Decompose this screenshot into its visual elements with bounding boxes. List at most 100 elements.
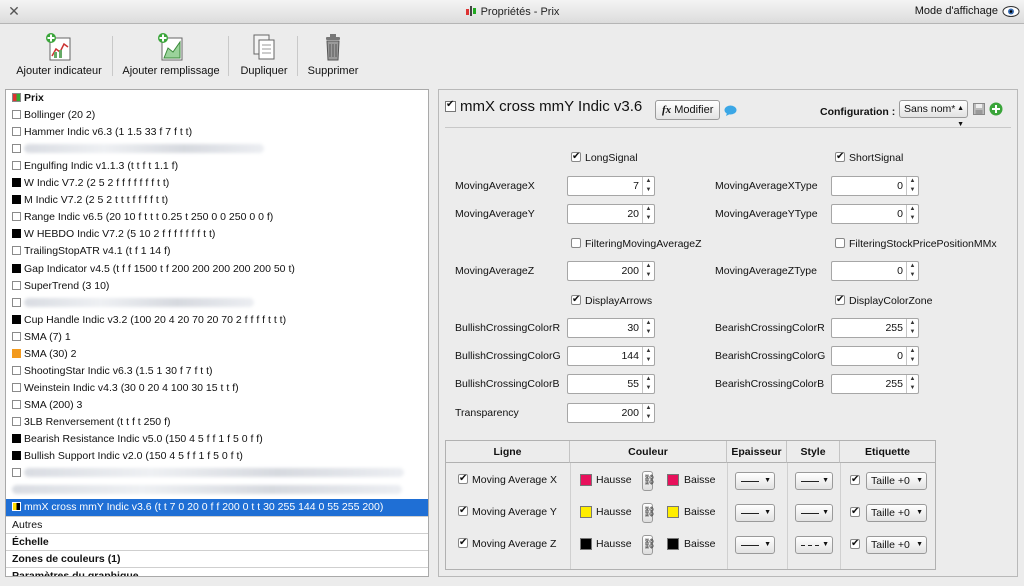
indicator-tree[interactable]: Prix Bollinger (20 2) Hammer Indic v6.3 (1… bbox=[5, 89, 429, 577]
tree-item[interactable]: TrailingStopATR v4.1 (t f 1 14 f) bbox=[6, 243, 428, 260]
visibility-checkbox[interactable] bbox=[12, 127, 21, 136]
tree-item[interactable]: ShootingStar Indic v6.3 (1.5 1 30 f 7 f … bbox=[6, 363, 428, 380]
chain-link-icon[interactable]: ⛓ bbox=[642, 503, 656, 523]
tree-item[interactable]: Bearish Resistance Indic v5.0 (150 4 5 f… bbox=[6, 431, 428, 448]
bull-g-input[interactable]: 144 ▲ ▼ bbox=[567, 346, 655, 366]
spinner-arrows-icon[interactable]: ▲ ▼ bbox=[642, 375, 654, 393]
visibility-checkbox[interactable] bbox=[12, 195, 21, 204]
spinner-arrows-icon[interactable]: ▲ ▼ bbox=[642, 177, 654, 195]
filter-stock-checkbox[interactable]: FilteringStockPricePositionMMx bbox=[835, 238, 997, 251]
bull-b-input[interactable]: 55 ▲ ▼ bbox=[567, 374, 655, 394]
tree-item[interactable]: Range Indic v6.5 (20 10 f t t t 0.25 t 2… bbox=[6, 209, 428, 226]
visibility-checkbox[interactable] bbox=[12, 451, 21, 460]
label-size-select[interactable]: Taille +0 ▼ bbox=[866, 504, 927, 522]
tree-item[interactable]: W HEBDO Indic V7.2 (5 10 2 f f f f f f f… bbox=[6, 226, 428, 243]
spinner-arrows-icon[interactable]: ▲ ▼ bbox=[642, 205, 654, 223]
spinner-arrows-icon[interactable]: ▲ ▼ bbox=[906, 375, 918, 393]
indicator-enabled-checkbox[interactable] bbox=[445, 99, 456, 112]
visibility-checkbox[interactable] bbox=[12, 366, 21, 375]
bear-r-input[interactable]: 255 ▲ ▼ bbox=[831, 318, 919, 338]
tree-item[interactable] bbox=[6, 295, 428, 312]
tree-item[interactable]: SMA (7) 1 bbox=[6, 329, 428, 346]
visibility-checkbox[interactable] bbox=[12, 417, 21, 426]
visibility-checkbox[interactable] bbox=[12, 229, 21, 238]
config-select[interactable]: Sans nom* ▲ ▼ bbox=[899, 100, 968, 128]
tree-item[interactable]: M Indic V7.2 (2 5 2 t t t f f f f t t) bbox=[6, 192, 428, 209]
tree-item[interactable]: Gap Indicator v4.5 (t f f 1500 t f 200 2… bbox=[6, 261, 428, 278]
visibility-checkbox[interactable] bbox=[12, 298, 21, 307]
tree-item[interactable]: Prix bbox=[6, 90, 428, 107]
color-swatch-down[interactable] bbox=[667, 474, 679, 486]
visibility-checkbox[interactable] bbox=[12, 246, 21, 255]
spinner-arrows-icon[interactable]: ▲ ▼ bbox=[642, 404, 654, 422]
tree-item[interactable] bbox=[6, 482, 428, 499]
color-swatch-up[interactable] bbox=[580, 538, 592, 550]
tree-item[interactable]: Weinstein Indic v4.3 (30 0 20 4 100 30 1… bbox=[6, 380, 428, 397]
bear-g-input[interactable]: 0 ▲ ▼ bbox=[831, 346, 919, 366]
tree-item[interactable]: Engulfing Indic v1.1.3 (t t f t 1.1 f) bbox=[6, 158, 428, 175]
modify-button[interactable]: fx Modifier bbox=[655, 100, 721, 120]
tree-section[interactable]: Paramètres du graphique bbox=[6, 567, 428, 576]
short-signal-checkbox[interactable]: ShortSignal bbox=[835, 150, 903, 165]
tree-item[interactable]: Bollinger (20 2) bbox=[6, 107, 428, 124]
ma-y-type-input[interactable]: 0 ▲ ▼ bbox=[831, 204, 919, 224]
tree-section[interactable]: Échelle bbox=[6, 533, 428, 550]
eye-icon[interactable] bbox=[1002, 4, 1020, 19]
tree-item[interactable]: SMA (200) 3 bbox=[6, 397, 428, 414]
tree-item[interactable] bbox=[6, 141, 428, 158]
chain-link-icon[interactable]: ⛓ bbox=[642, 471, 656, 491]
line-visible-checkbox[interactable]: Moving Average Y bbox=[458, 504, 557, 519]
long-signal-checkbox[interactable]: LongSignal bbox=[571, 150, 638, 165]
add-fill-button[interactable]: Ajouter remplissage bbox=[120, 32, 222, 77]
spinner-arrows-icon[interactable]: ▲ ▼ bbox=[906, 205, 918, 223]
visibility-checkbox[interactable] bbox=[12, 93, 21, 102]
spinner-arrows-icon[interactable]: ▲ ▼ bbox=[906, 262, 918, 280]
chain-link-icon[interactable]: ⛓ bbox=[642, 535, 656, 555]
visibility-checkbox[interactable] bbox=[12, 349, 21, 358]
tree-item[interactable]: Hammer Indic v6.3 (1 1.5 33 f 7 f t t) bbox=[6, 124, 428, 141]
visibility-checkbox[interactable] bbox=[12, 178, 21, 187]
visibility-checkbox[interactable] bbox=[12, 400, 21, 409]
line-style-select[interactable]: ▼ bbox=[795, 504, 833, 522]
filter-ma-z-checkbox[interactable]: FilteringMovingAverageZ bbox=[571, 238, 702, 251]
line-visible-checkbox[interactable]: Moving Average X bbox=[458, 472, 557, 487]
visibility-checkbox[interactable] bbox=[12, 212, 21, 221]
line-label-checkbox[interactable] bbox=[850, 537, 864, 552]
line-style-select[interactable]: ▼ bbox=[795, 472, 833, 490]
tree-section[interactable]: Autres bbox=[6, 516, 428, 533]
label-size-select[interactable]: Taille +0 ▼ bbox=[866, 536, 927, 554]
visibility-checkbox[interactable] bbox=[12, 383, 21, 392]
add-config-icon[interactable] bbox=[989, 102, 1003, 116]
visibility-checkbox[interactable] bbox=[12, 161, 21, 170]
duplicate-button[interactable]: Dupliquer bbox=[236, 32, 292, 77]
display-mode-label[interactable]: Mode d'affichage bbox=[915, 5, 998, 17]
tree-item[interactable]: 3LB Renversement (t t f t 250 f) bbox=[6, 414, 428, 431]
color-swatch-up[interactable] bbox=[580, 474, 592, 486]
display-arrows-checkbox[interactable]: DisplayArrows bbox=[571, 293, 652, 308]
comment-icon[interactable] bbox=[724, 105, 737, 116]
ma-z-type-input[interactable]: 0 ▲ ▼ bbox=[831, 261, 919, 281]
spinner-arrows-icon[interactable]: ▲ ▼ bbox=[906, 347, 918, 365]
spinner-arrows-icon[interactable]: ▲ ▼ bbox=[906, 319, 918, 337]
tree-item[interactable]: W Indic V7.2 (2 5 2 f f f f f f f t t) bbox=[6, 175, 428, 192]
visibility-checkbox[interactable] bbox=[12, 434, 21, 443]
spinner-arrows-icon[interactable]: ▲ ▼ bbox=[642, 319, 654, 337]
visibility-checkbox[interactable] bbox=[12, 332, 21, 341]
tree-item-selected[interactable]: mmX cross mmY Indic v3.6 (t t 7 0 20 0 f… bbox=[6, 499, 428, 516]
tree-section[interactable]: Zones de couleurs (1) bbox=[6, 550, 428, 567]
visibility-checkbox[interactable] bbox=[12, 315, 21, 324]
visibility-checkbox[interactable] bbox=[12, 264, 21, 273]
tree-item[interactable]: SuperTrend (3 10) bbox=[6, 278, 428, 295]
thickness-select[interactable]: ▼ bbox=[735, 472, 775, 490]
visibility-checkbox[interactable] bbox=[12, 502, 21, 511]
ma-y-input[interactable]: 20 ▲ ▼ bbox=[567, 204, 655, 224]
label-size-select[interactable]: Taille +0 ▼ bbox=[866, 472, 927, 490]
visibility-checkbox[interactable] bbox=[12, 144, 21, 153]
ma-x-type-input[interactable]: 0 ▲ ▼ bbox=[831, 176, 919, 196]
line-style-select[interactable]: ▼ bbox=[795, 536, 833, 554]
color-swatch-up[interactable] bbox=[580, 506, 592, 518]
tree-item[interactable] bbox=[6, 465, 428, 482]
visibility-checkbox[interactable] bbox=[12, 110, 21, 119]
save-icon[interactable] bbox=[973, 103, 985, 115]
line-label-checkbox[interactable] bbox=[850, 473, 864, 488]
